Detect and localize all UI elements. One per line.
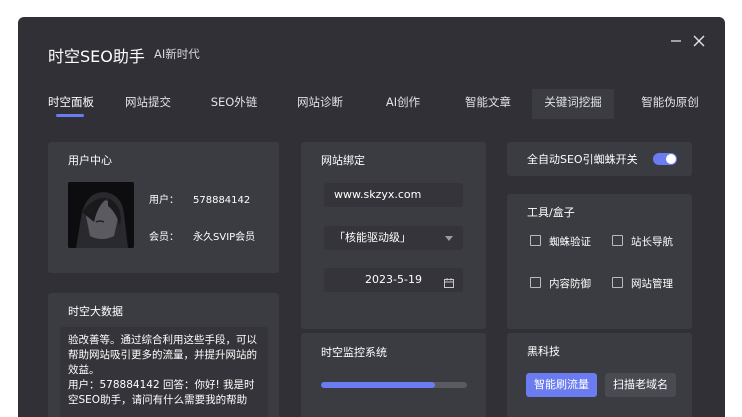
black-tech-title: 黑科技 (527, 345, 560, 358)
user-id-label: 用户： (149, 195, 179, 206)
tab-keyword-mining[interactable]: 关键词挖掘 (532, 89, 614, 119)
checkbox-icon (530, 235, 541, 246)
big-data-card: 时空大数据 验改善等。通过综合利用这些手段，可以 帮助网站吸引更多的流量，并提升… (48, 293, 279, 417)
checkbox-icon (612, 235, 623, 246)
webmaster-nav-checkbox[interactable]: 站长导航 (612, 234, 673, 249)
checkbox-label: 蜘蛛验证 (549, 236, 591, 248)
monitor-progress-bar (321, 382, 467, 388)
checkbox-label: 网站管理 (631, 278, 673, 290)
checkbox-icon (612, 277, 623, 288)
checkbox-icon (530, 277, 541, 288)
app-subtitle: AI新时代 (154, 47, 200, 61)
active-tab-indicator (56, 114, 84, 117)
tab-smart-article[interactable]: 智能文章 (462, 89, 514, 119)
monitor-card: 时空监控系统 (301, 333, 486, 417)
big-data-line: 空SEO助手，请问有什么需要我的帮助 (68, 394, 248, 406)
date-value: 2023-5-19 (365, 273, 422, 286)
smart-traffic-button[interactable]: 智能刷流量 (526, 373, 597, 397)
monitor-title: 时空监控系统 (321, 346, 387, 359)
black-tech-card: 黑科技 智能刷流量 扫描老域名 (507, 333, 692, 417)
user-center-card: 用户中心 用户： 578884142 会员： 永久SVIP会员 (48, 142, 279, 273)
member-value: 永久SVIP会员 (193, 232, 256, 243)
checkbox-label: 站长导航 (631, 236, 673, 248)
app-window: 时空SEO助手 AI新时代 时空面板 网站提交 SEO外链 网站诊断 AI创作 … (18, 17, 725, 417)
tab-site-diagnosis[interactable]: 网站诊断 (294, 89, 346, 119)
tab-site-submit[interactable]: 网站提交 (122, 89, 174, 119)
user-id-value: 578884142 (193, 195, 251, 206)
site-binding-card: 网站绑定 www.skzyx.com 「核能驱动级」 2023-5-19 (301, 142, 486, 329)
checkbox-label: 内容防御 (549, 278, 591, 290)
driver-level-value: 「核能驱动级」 (334, 231, 411, 244)
toggle-knob (666, 154, 676, 164)
auto-spider-label: 全自动SEO引蜘蛛开关 (527, 153, 638, 166)
chevron-down-icon (445, 236, 453, 241)
big-data-line: 帮助网站吸引更多的流量，并提升网站的 (68, 349, 257, 361)
site-binding-title: 网站绑定 (321, 154, 365, 167)
toolbox-card: 工具/盒子 蜘蛛验证 站长导航 内容防御 网站管理 (507, 194, 692, 329)
avatar (68, 182, 134, 248)
minimize-icon[interactable] (668, 33, 684, 49)
big-data-text[interactable]: 验改善等。通过综合利用这些手段，可以 帮助网站吸引更多的流量，并提升网站的 效益… (60, 327, 268, 417)
user-id-line: 用户： 578884142 (149, 191, 250, 206)
big-data-line: 用户：578884142 回答：你好! 我是时 (68, 379, 255, 391)
big-data-line: 效益。 (68, 364, 100, 376)
auto-spider-card: 全自动SEO引蜘蛛开关 (507, 142, 692, 176)
big-data-title: 时空大数据 (68, 305, 123, 318)
date-picker[interactable]: 2023-5-19 (324, 268, 463, 292)
tab-smart-rewrite[interactable]: 智能伪原创 (638, 89, 702, 119)
site-url-input[interactable]: www.skzyx.com (324, 183, 463, 207)
monitor-progress-fill (321, 382, 435, 388)
tab-ai-create[interactable]: AI创作 (380, 89, 426, 119)
member-line: 会员： 永久SVIP会员 (149, 228, 255, 243)
site-manage-checkbox[interactable]: 网站管理 (612, 276, 673, 291)
tab-seo-links[interactable]: SEO外链 (204, 89, 264, 119)
spider-verify-checkbox[interactable]: 蜘蛛验证 (530, 234, 591, 249)
big-data-line: 验改善等。通过综合利用这些手段，可以 (68, 334, 257, 346)
app-title: 时空SEO助手 (48, 47, 145, 66)
user-center-title: 用户中心 (68, 154, 112, 167)
close-icon[interactable] (691, 33, 707, 49)
toolbox-title: 工具/盒子 (527, 206, 575, 219)
member-label: 会员： (149, 232, 179, 243)
scan-old-domain-button[interactable]: 扫描老域名 (605, 373, 676, 397)
auto-spider-toggle[interactable] (653, 153, 677, 165)
calendar-icon (443, 274, 455, 298)
content-defense-checkbox[interactable]: 内容防御 (530, 276, 591, 291)
driver-level-select[interactable]: 「核能驱动级」 (324, 226, 463, 250)
